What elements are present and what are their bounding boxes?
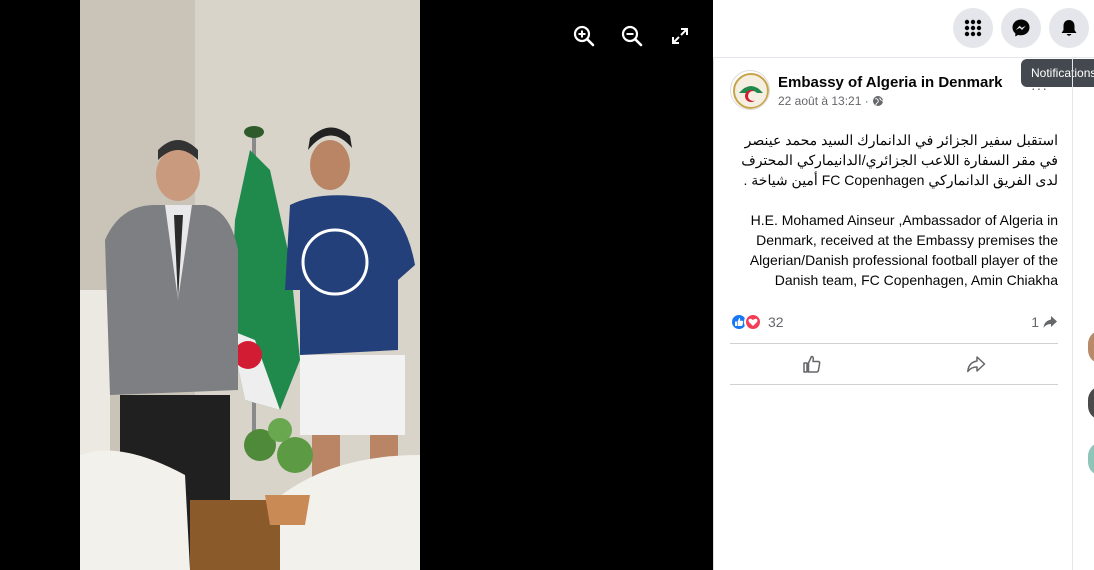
reaction-count[interactable]: 32	[768, 314, 784, 330]
post-actions	[730, 343, 1058, 385]
contact-avatar[interactable]	[1088, 330, 1094, 364]
notifications-button[interactable]	[1049, 8, 1089, 48]
globe-icon	[872, 96, 883, 106]
post-header-text: Embassy of Algeria in Denmark 22 août à …	[778, 70, 1003, 109]
thumbs-up-icon	[803, 355, 821, 373]
zoom-in-button[interactable]	[570, 22, 598, 50]
reaction-icons[interactable]	[730, 313, 762, 331]
share-icon	[967, 356, 986, 373]
post-photo[interactable]	[80, 0, 420, 570]
zoom-out-icon	[621, 25, 643, 47]
post-date[interactable]: 22 août à 13:21 ·	[778, 93, 869, 109]
photo-viewer	[0, 0, 713, 570]
viewer-toolbar	[570, 22, 694, 50]
photo-illustration	[80, 0, 420, 570]
share-arrow-icon	[1043, 316, 1057, 328]
embassy-seal-icon	[733, 73, 769, 109]
menu-grid-icon	[964, 19, 982, 37]
contacts-strip	[1088, 330, 1094, 498]
share-button[interactable]	[894, 344, 1058, 384]
fullscreen-button[interactable]	[666, 22, 694, 50]
messenger-icon	[1012, 19, 1030, 37]
like-button[interactable]	[730, 344, 894, 384]
reactions-bar: 32 1	[730, 312, 1058, 332]
contact-avatar[interactable]	[1088, 442, 1094, 476]
fullscreen-icon	[672, 28, 688, 44]
zoom-in-icon	[573, 25, 595, 47]
page-avatar[interactable]	[730, 70, 770, 110]
post-text-english: H.E. Mohamed Ainseur ,Ambassador of Alge…	[749, 212, 1058, 288]
zoom-out-button[interactable]	[618, 22, 646, 50]
share-count-value: 1	[1031, 314, 1039, 330]
share-count[interactable]: 1	[1031, 314, 1058, 330]
contact-avatar[interactable]	[1088, 386, 1094, 420]
page-name[interactable]: Embassy of Algeria in Denmark	[778, 73, 1003, 93]
menu-button[interactable]	[953, 8, 993, 48]
messenger-button[interactable]	[1001, 8, 1041, 48]
post-text-arabic: استقبل سفير الجزائر في الدانمارك السيد م…	[741, 132, 1058, 188]
top-bar	[713, 0, 1094, 58]
panel-divider	[1072, 58, 1073, 570]
post-options-button[interactable]: ···	[1031, 80, 1048, 96]
top-bar-buttons	[953, 8, 1089, 48]
bell-icon	[1061, 20, 1077, 36]
post-header: Embassy of Algeria in Denmark 22 août à …	[730, 70, 1058, 110]
post-meta: 22 août à 13:21 ·	[778, 93, 1003, 109]
post: Embassy of Algeria in Denmark 22 août à …	[730, 70, 1058, 290]
love-reaction-icon	[744, 313, 762, 331]
post-panel: Notifications Embassy of Algeria in Denm…	[713, 0, 1094, 570]
